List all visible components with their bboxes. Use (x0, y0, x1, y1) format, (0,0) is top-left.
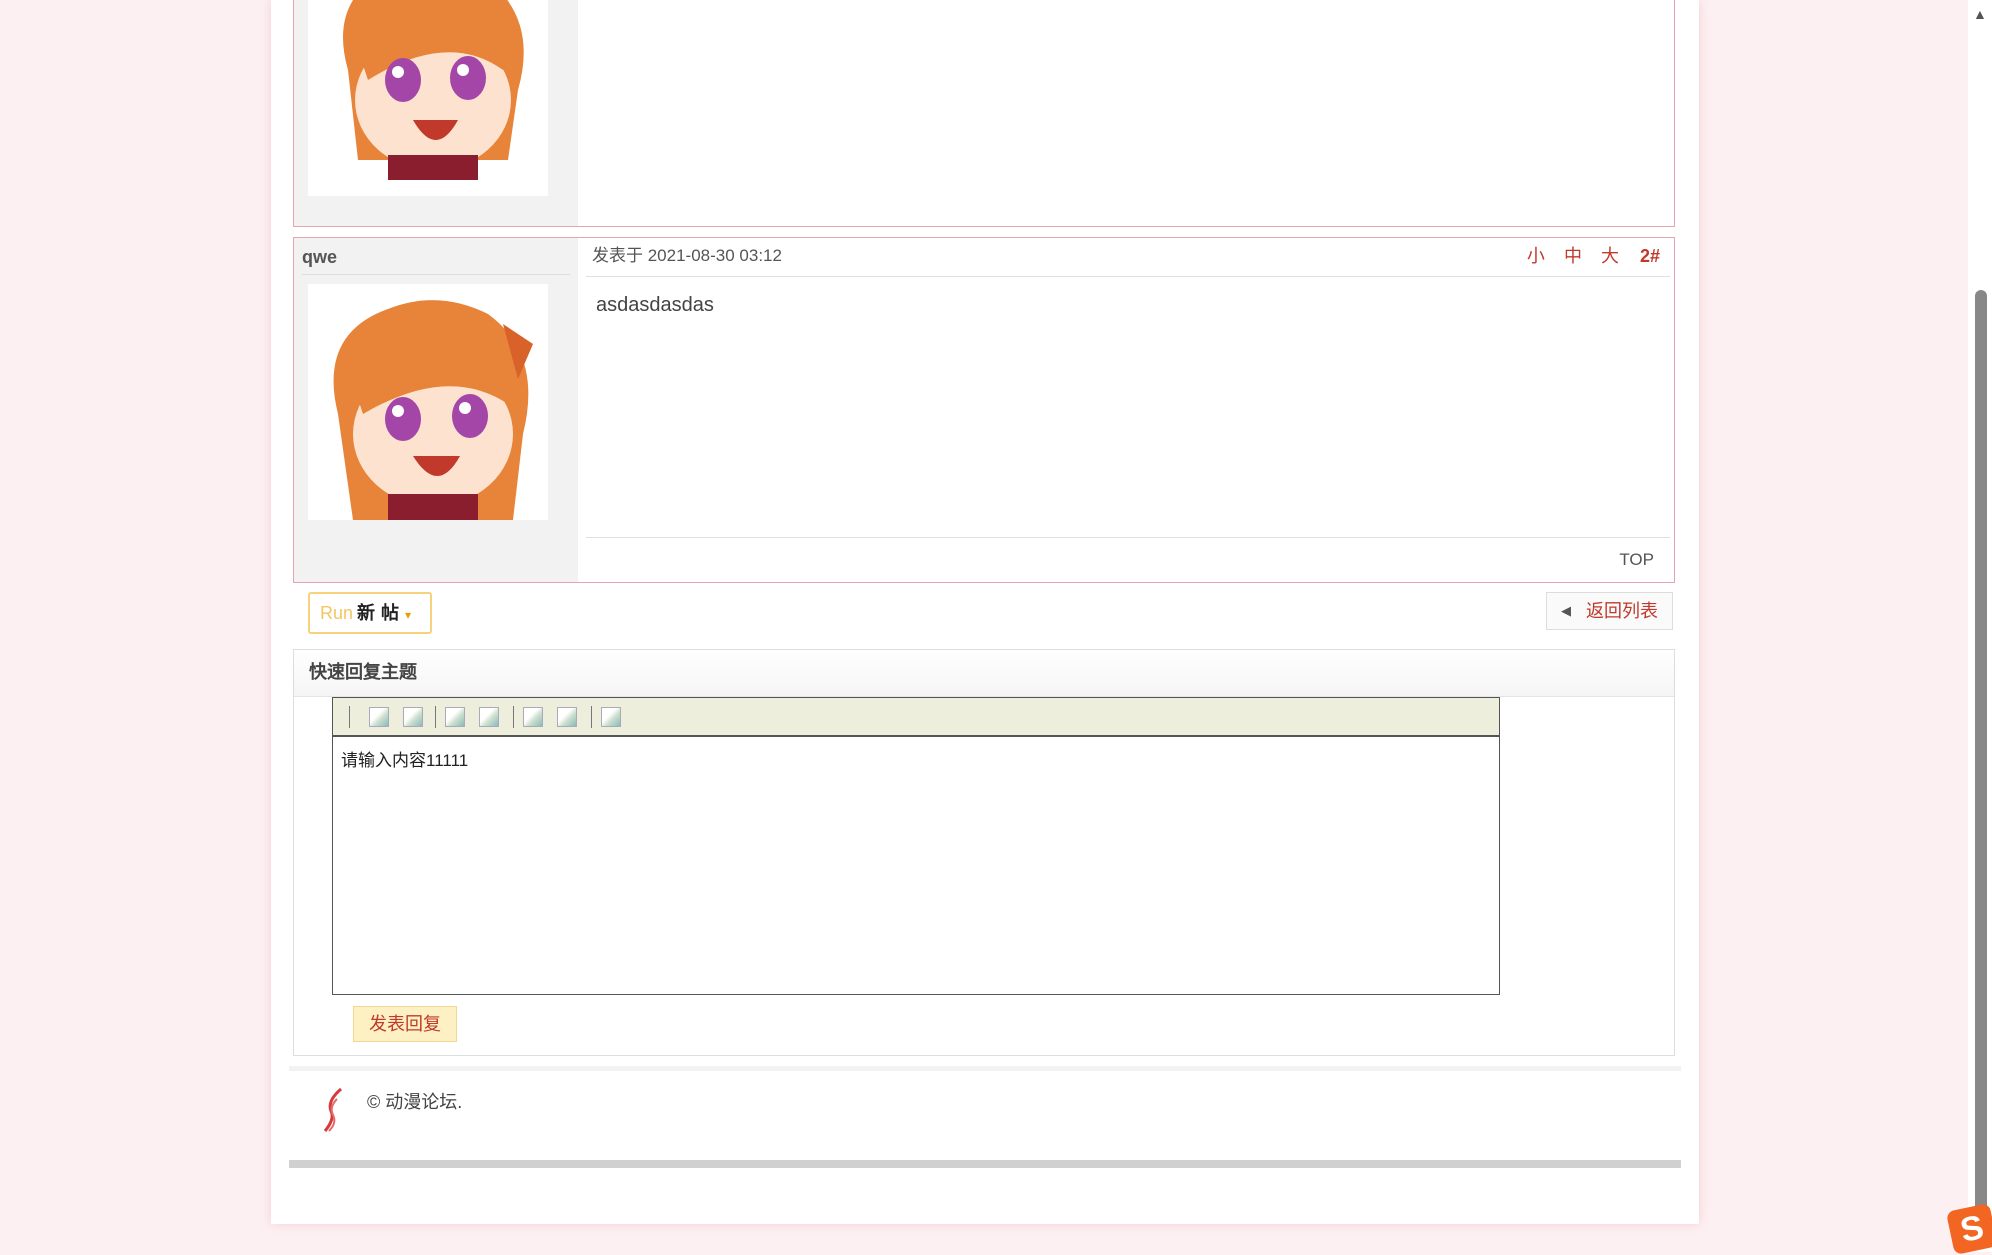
avatar[interactable] (308, 284, 548, 520)
forum-logo-icon (323, 1087, 342, 1132)
anime-avatar-image (308, 0, 548, 180)
toolbar-separator (513, 706, 514, 728)
footer-bottom-bar (289, 1160, 1681, 1168)
username[interactable]: qwe (302, 244, 570, 275)
reply-editor: 请输入内容11111 (332, 697, 1500, 995)
back-to-list-button[interactable]: ◀ 返回列表 (1546, 592, 1673, 630)
code-icon[interactable] (601, 707, 621, 727)
footer-divider (289, 1066, 1681, 1071)
editor-toolbar (333, 698, 1499, 737)
post-1-author-sidebar (294, 0, 578, 226)
new-post-run-label: Run (320, 603, 354, 623)
scroll-up-arrow-icon[interactable]: ▲ (1973, 6, 1987, 22)
image-icon[interactable] (445, 707, 465, 727)
link-icon[interactable] (479, 707, 499, 727)
emoji-icon[interactable] (523, 707, 543, 727)
post-1 (293, 0, 1675, 227)
chevron-down-icon: ▾ (405, 608, 412, 622)
post-2-author-sidebar: qwe (294, 238, 578, 582)
footer-copyright: © 动漫论坛. (367, 1092, 463, 1112)
scrollbar-thumb[interactable] (1975, 290, 1987, 1230)
new-post-label: 新帖 (357, 603, 406, 623)
avatar[interactable] (308, 0, 548, 196)
new-post-button[interactable]: Run 新帖▾ (308, 592, 432, 634)
quote-icon[interactable] (557, 707, 577, 727)
page-container: qwe 发表于 2021-08-30 03:12 小 中 大 2# asdasd… (271, 0, 1699, 1224)
post-2: qwe 发表于 2021-08-30 03:12 小 中 大 2# asdasd… (293, 237, 1675, 583)
quick-reply-title: 快速回复主题 (294, 650, 1674, 697)
bold-icon[interactable] (369, 707, 389, 727)
post-tools: 小 中 大 2# (1513, 238, 1660, 274)
italic-icon[interactable] (403, 707, 423, 727)
vertical-scrollbar[interactable]: ▲ (1968, 0, 1992, 1252)
arrow-left-icon: ◀ (1561, 603, 1571, 618)
quick-reply-panel: 快速回复主题 请输入内容11111 发表回复 (293, 649, 1675, 1056)
back-to-top-link[interactable]: TOP (1619, 550, 1654, 570)
toolbar-separator (349, 706, 350, 728)
back-to-list-label: 返回列表 (1586, 601, 1658, 621)
sogou-ime-icon[interactable]: S (1945, 1202, 1992, 1255)
reply-textarea[interactable]: 请输入内容11111 (341, 746, 468, 771)
submit-reply-button[interactable]: 发表回复 (353, 1006, 457, 1042)
toolbar-separator (435, 706, 436, 728)
font-size-large-link[interactable]: 大 (1601, 246, 1619, 266)
post-header: 发表于 2021-08-30 03:12 小 中 大 2# (586, 238, 1670, 277)
font-size-medium-link[interactable]: 中 (1564, 246, 1582, 266)
post-footer: TOP (586, 537, 1670, 582)
font-size-small-link[interactable]: 小 (1527, 246, 1545, 266)
anime-avatar-image (308, 284, 548, 520)
post-timestamp: 发表于 2021-08-30 03:12 (592, 246, 782, 265)
post-content: asdasdasdas (596, 294, 714, 316)
floor-number[interactable]: 2# (1640, 246, 1660, 266)
toolbar-separator (591, 706, 592, 728)
